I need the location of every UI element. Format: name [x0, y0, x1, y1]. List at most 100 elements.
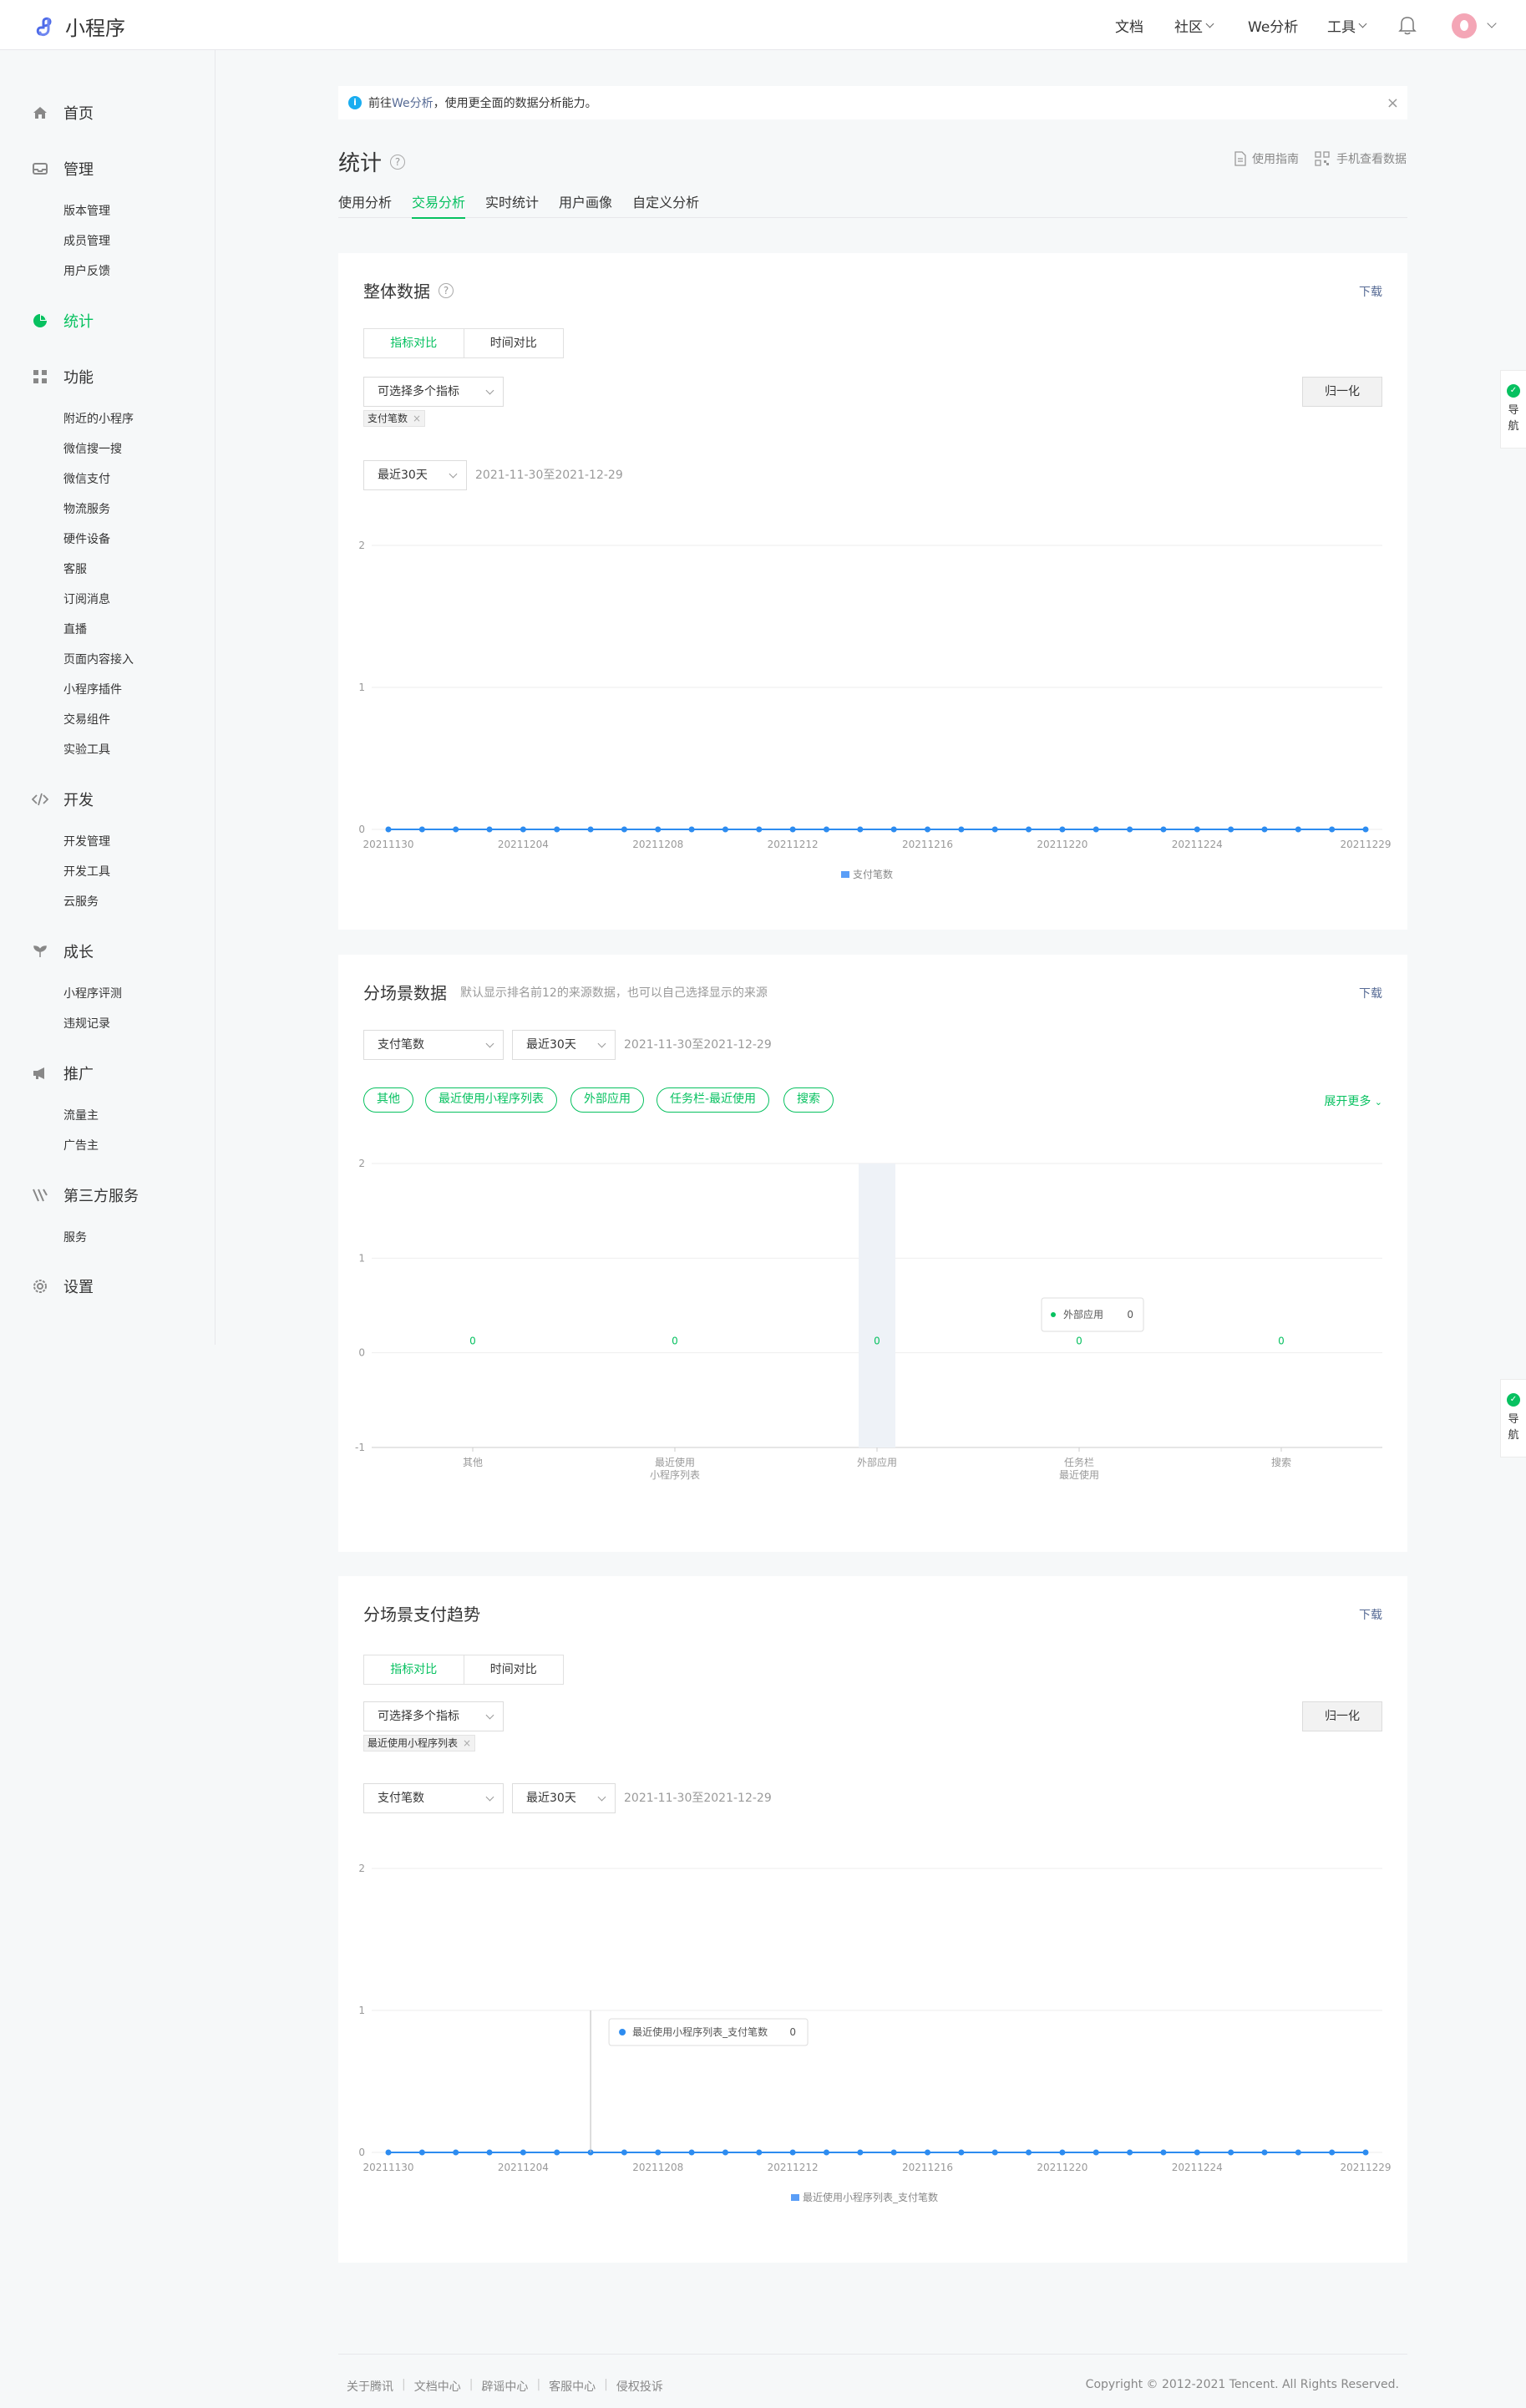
sidebar-item-manage[interactable]: 管理: [32, 158, 94, 180]
normalize-button[interactable]: 归一化: [1302, 377, 1382, 407]
sidebar-item-dev[interactable]: 开发: [32, 788, 94, 810]
float-nav-button[interactable]: ✓ 导 航: [1500, 370, 1526, 449]
time-compare-option[interactable]: 时间对比: [464, 329, 564, 357]
mobile-view-link[interactable]: 手机查看数据: [1315, 150, 1407, 167]
footer-link[interactable]: 侵权投诉: [616, 2378, 663, 2395]
sidebar-sub-evaluate[interactable]: 小程序评测: [63, 985, 122, 1001]
sidebar-item-promote[interactable]: 推广: [32, 1062, 94, 1084]
nav-docs[interactable]: 文档: [1115, 0, 1143, 50]
scene-pill-other[interactable]: 其他: [363, 1087, 413, 1113]
overall-line-chart: 0 1 2 20211130 20211204 20211208 20211212 20211…: [358, 540, 1391, 880]
sidebar-sub-search[interactable]: 微信搜一搜: [63, 440, 122, 457]
tab-portrait[interactable]: 用户画像: [559, 190, 612, 218]
footer-links: 关于腾讯 | 文档中心 | 辟谣中心 | 客服中心 | 侵权投诉: [347, 2378, 663, 2395]
sidebar-item-third-party[interactable]: 第三方服务: [32, 1184, 139, 1206]
sidebar-label: 开发: [63, 792, 94, 809]
tab-custom[interactable]: 自定义分析: [632, 190, 699, 218]
sidebar-sub-services[interactable]: 服务: [63, 1229, 87, 1245]
sprout-icon: [32, 943, 48, 960]
sidebar-item-features[interactable]: 功能: [32, 366, 94, 388]
help-icon[interactable]: ?: [390, 154, 406, 170]
sidebar-sub-subscribe[interactable]: 订阅消息: [63, 591, 110, 607]
period-select[interactable]: 最近30天: [512, 1783, 616, 1813]
sidebar-item-growth[interactable]: 成长: [32, 940, 94, 962]
footer-link[interactable]: 客服中心: [549, 2378, 596, 2395]
data-point: [756, 2149, 763, 2156]
sidebar-sub-logistics[interactable]: 物流服务: [63, 500, 110, 517]
metric-multi-select[interactable]: 可选择多个指标: [363, 1701, 504, 1731]
tab-trade[interactable]: 交易分析: [412, 190, 466, 219]
sidebar-sub-members[interactable]: 成员管理: [63, 232, 110, 249]
data-point: [823, 2149, 829, 2156]
help-icon[interactable]: ?: [439, 282, 454, 298]
remove-tag-icon[interactable]: ×: [463, 1737, 471, 1749]
metric-multi-select[interactable]: 可选择多个指标: [363, 377, 504, 407]
metric-select[interactable]: 支付笔数: [363, 1030, 504, 1060]
data-label: 0: [874, 1336, 880, 1347]
bell-icon[interactable]: [1398, 15, 1417, 35]
float-nav-button[interactable]: ✓ 导 航: [1500, 1379, 1526, 1457]
sidebar-sub-cloud[interactable]: 云服务: [63, 893, 99, 910]
sidebar-sub-nearby[interactable]: 附近的小程序: [63, 410, 134, 427]
metric-select[interactable]: 支付笔数: [363, 1783, 504, 1813]
sidebar-sub-hardware[interactable]: 硬件设备: [63, 530, 110, 547]
sidebar-sub-violation[interactable]: 违规记录: [63, 1015, 110, 1032]
sidebar-sub-service[interactable]: 客服: [63, 560, 87, 577]
sidebar-sub-pay[interactable]: 微信支付: [63, 470, 110, 487]
time-compare-option[interactable]: 时间对比: [464, 1655, 564, 1684]
footer-link[interactable]: 关于腾讯: [347, 2378, 393, 2395]
metric-compare-option[interactable]: 指标对比: [364, 1655, 464, 1684]
normalize-button[interactable]: 归一化: [1302, 1701, 1382, 1731]
scene-pill-search[interactable]: 搜索: [783, 1087, 834, 1113]
close-icon[interactable]: ×: [1387, 94, 1399, 112]
page-title: 统计 ?: [338, 146, 406, 177]
metric-compare-option[interactable]: 指标对比: [364, 329, 464, 357]
float-nav-label: 导: [1508, 404, 1519, 417]
data-point: [1261, 826, 1268, 833]
tab-usage[interactable]: 使用分析: [338, 190, 392, 218]
data-point: [1160, 2149, 1167, 2156]
tooltip-label: 外部应用: [1063, 1308, 1103, 1321]
period-select[interactable]: 最近30天: [512, 1030, 616, 1060]
remove-tag-icon[interactable]: ×: [413, 413, 421, 424]
scene-pill-taskbar-recent[interactable]: 任务栏-最近使用: [657, 1087, 770, 1113]
usage-guide-link[interactable]: 使用指南: [1234, 150, 1299, 167]
nav-community[interactable]: 社区: [1174, 0, 1214, 50]
sidebar-sub-publisher[interactable]: 流量主: [63, 1107, 99, 1123]
sidebar-sub-plugin[interactable]: 小程序插件: [63, 681, 122, 697]
sidebar-item-home[interactable]: 首页: [32, 102, 94, 124]
period-select[interactable]: 最近30天: [363, 460, 467, 490]
sidebar-sub-live[interactable]: 直播: [63, 621, 87, 637]
sidebar-sub-content[interactable]: 页面内容接入: [63, 651, 134, 667]
we-analysis-link[interactable]: We分析: [392, 94, 433, 111]
data-point: [418, 826, 425, 833]
nav-we-analysis[interactable]: We分析: [1248, 0, 1298, 50]
sidebar-sub-trade[interactable]: 交易组件: [63, 711, 110, 727]
download-link[interactable]: 下载: [1359, 283, 1382, 300]
logo[interactable]: 小程序: [33, 12, 125, 41]
sidebar-item-settings[interactable]: 设置: [32, 1275, 94, 1297]
data-point: [1228, 826, 1234, 833]
scene-pill-external-app[interactable]: 外部应用: [570, 1087, 644, 1113]
sidebar-sub-lab[interactable]: 实验工具: [63, 741, 110, 758]
sidebar-sub-version[interactable]: 版本管理: [63, 202, 110, 219]
footer-link[interactable]: 辟谣中心: [481, 2378, 528, 2395]
data-point: [823, 826, 829, 833]
expand-more-link[interactable]: 展开更多 ⌄: [1324, 1092, 1382, 1109]
sidebar-sub-dev-tools[interactable]: 开发工具: [63, 863, 110, 880]
data-point: [925, 826, 931, 833]
date-range: 2021-11-30至2021-12-29: [624, 1038, 772, 1052]
tab-realtime[interactable]: 实时统计: [485, 190, 539, 218]
footer-link[interactable]: 文档中心: [414, 2378, 461, 2395]
sidebar-item-stats[interactable]: 统计: [32, 310, 94, 332]
sidebar-sub-advertiser[interactable]: 广告主: [63, 1137, 99, 1153]
chevron-down-icon[interactable]: [1487, 18, 1497, 28]
scene-pill-recent-list[interactable]: 最近使用小程序列表: [425, 1087, 557, 1113]
avatar[interactable]: [1452, 13, 1477, 38]
download-link[interactable]: 下载: [1359, 985, 1382, 1001]
download-link[interactable]: 下载: [1359, 1606, 1382, 1623]
data-point: [756, 826, 763, 833]
sidebar-sub-feedback[interactable]: 用户反馈: [63, 262, 110, 279]
sidebar-sub-dev-manage[interactable]: 开发管理: [63, 833, 110, 849]
nav-tools[interactable]: 工具: [1327, 0, 1367, 50]
